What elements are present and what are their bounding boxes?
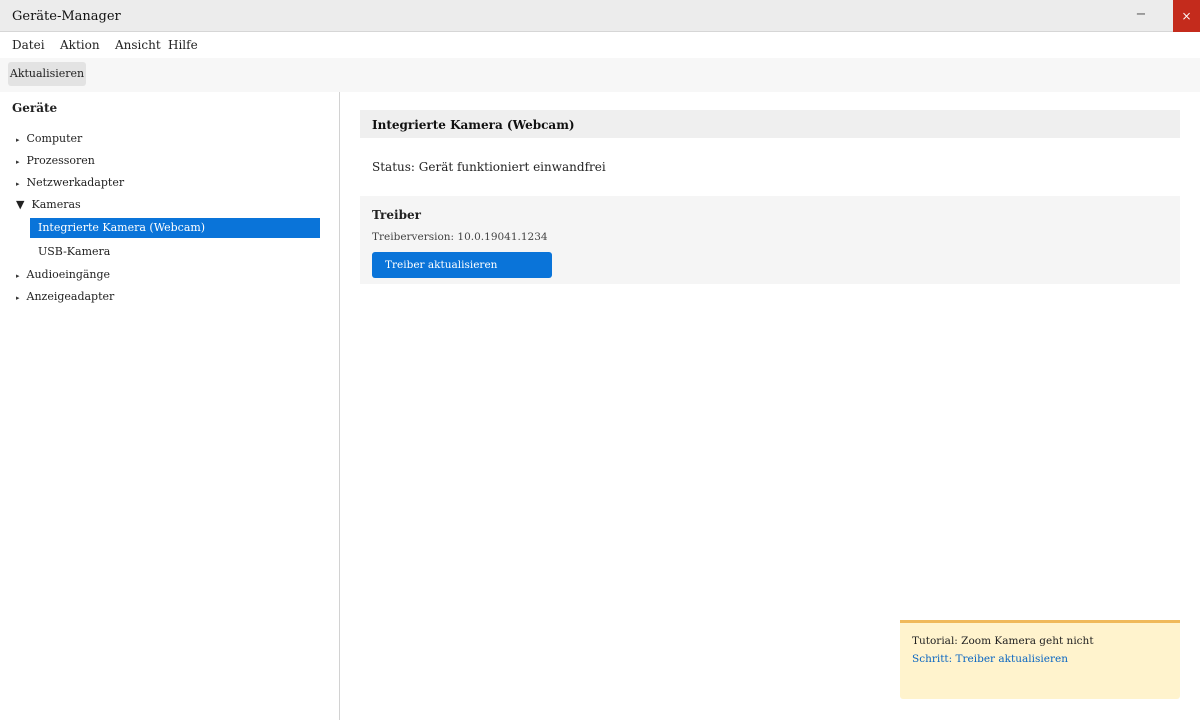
device-tree-panel: Geräte ▸ Computer ▸ Prozessoren ▸ Netzwe… [0,92,340,720]
driver-version: Treiberversion: 10.0.19041.1234 [372,231,548,243]
refresh-button[interactable]: Aktualisieren [8,62,86,86]
driver-title: Treiber [372,208,421,222]
device-header: Integrierte Kamera (Webcam) [360,110,1180,138]
device-status: Status: Gerät funktioniert einwandfrei [372,160,606,174]
device-name: Integrierte Kamera (Webcam) [372,118,575,132]
menu-ansicht[interactable]: Ansicht [115,38,161,52]
tree-category-prozessoren[interactable]: ▸ Prozessoren [16,154,95,167]
tree-category-anzeigeadapter[interactable]: ▸ Anzeigeadapter [16,290,114,303]
tree-category-computer[interactable]: ▸ Computer [16,132,82,145]
tutorial-title: Tutorial: Zoom Kamera geht nicht [912,635,1094,647]
tree-device-integrierte-kamera[interactable]: Integrierte Kamera (Webcam) [30,218,320,238]
tutorial-step-link[interactable]: Schritt: Treiber aktualisieren [912,653,1068,665]
tree-category-kameras[interactable]: ▼ Kameras [16,198,81,211]
expand-arrow-icon: ▸ [16,158,20,166]
tree-category-label: Computer [26,132,83,145]
title-bar: Geräte-Manager − × [0,0,1200,32]
tree-category-label: Audioeingänge [26,268,111,281]
menu-datei[interactable]: Datei [12,38,45,52]
driver-panel: Treiber Treiberversion: 10.0.19041.1234 … [360,196,1180,284]
tutorial-hint-box: Tutorial: Zoom Kamera geht nicht Schritt… [900,620,1180,699]
toolbar: Aktualisieren [0,58,1200,92]
expand-arrow-icon: ▸ [16,180,20,188]
expand-arrow-icon: ▸ [16,136,20,144]
expand-arrow-icon: ▸ [16,272,20,280]
menu-bar: Datei Aktion Ansicht Hilfe [0,32,1200,58]
collapse-arrow-icon: ▼ [16,198,25,211]
tree-device-usb-kamera[interactable]: USB-Kamera [30,242,320,262]
tree-category-label: Kameras [31,198,81,211]
menu-hilfe[interactable]: Hilfe [168,38,198,52]
tree-category-label: Anzeigeadapter [26,290,115,303]
menu-aktion[interactable]: Aktion [60,38,100,52]
tree-category-netzwerkadapter[interactable]: ▸ Netzwerkadapter [16,176,124,189]
close-button[interactable]: × [1173,0,1200,32]
window-title: Geräte-Manager [12,9,121,24]
tree-category-label: Prozessoren [26,154,95,167]
device-tree-heading: Geräte [12,101,58,115]
tree-category-audioeingaenge[interactable]: ▸ Audioeingänge [16,268,110,281]
minimize-button[interactable]: − [1128,0,1154,32]
tree-category-label: Netzwerkadapter [26,176,125,189]
update-driver-button[interactable]: Treiber aktualisieren [372,252,552,278]
expand-arrow-icon: ▸ [16,294,20,302]
